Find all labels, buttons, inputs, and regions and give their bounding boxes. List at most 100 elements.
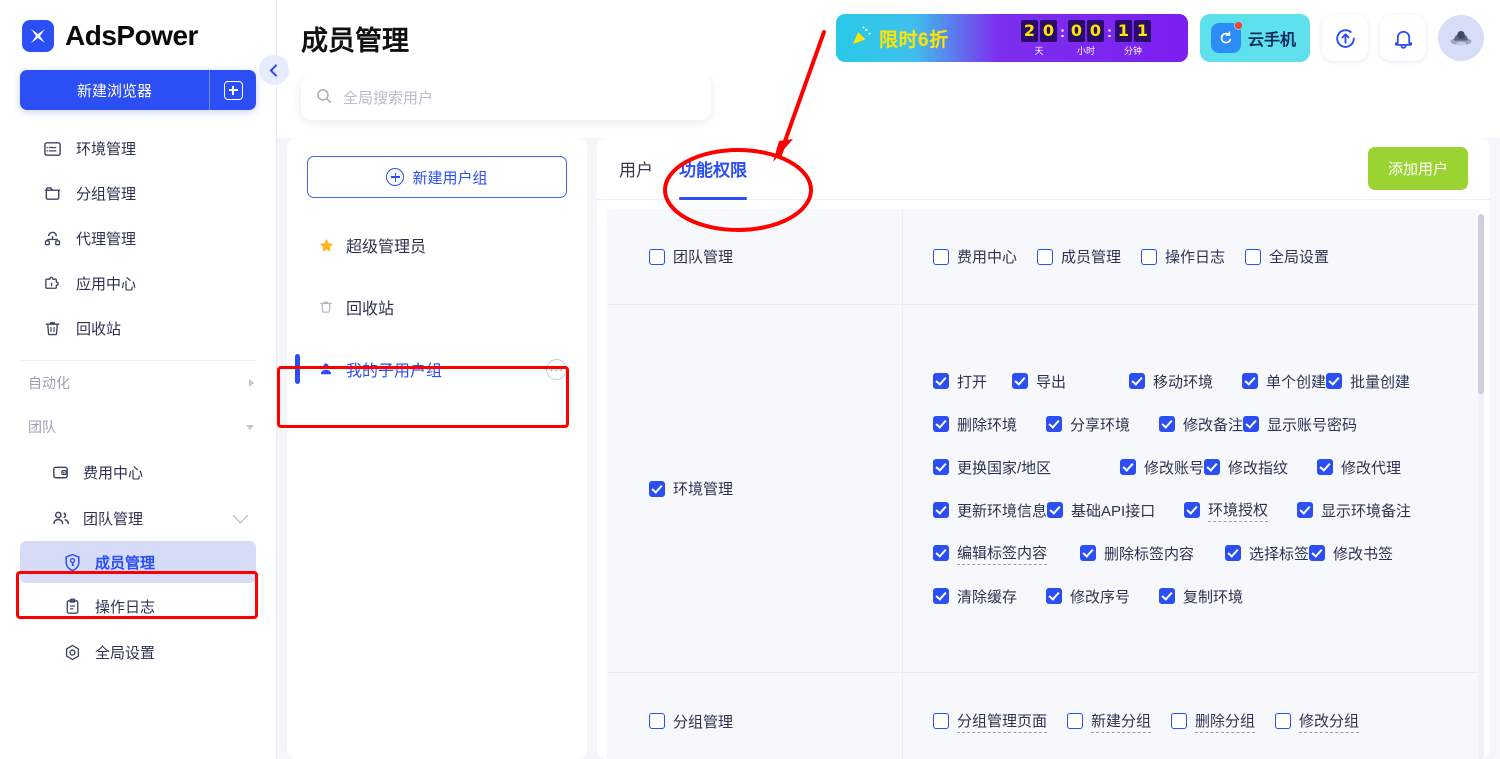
permission-checkbox-group-management-page[interactable]: 分组管理页面: [933, 700, 1048, 743]
permission-checkbox-modify-account[interactable]: 修改账号: [1120, 446, 1204, 489]
sidebar-item-operation-log[interactable]: 操作日志: [0, 583, 276, 629]
group-item-label: 超级管理员: [346, 239, 427, 256]
avatar[interactable]: [1438, 15, 1484, 61]
permission-checkbox-global-settings[interactable]: 全局设置: [1245, 235, 1329, 278]
top-bar: 成员管理 限时6折 2 0 天: 0 0 小时: 1 1 分钟 云手机: [277, 0, 1500, 76]
permission-label: 清除缓存: [957, 588, 1018, 606]
permission-checkbox-update-environment-info[interactable]: 更新环境信息: [933, 489, 1047, 532]
group-item-my-sub-user-group[interactable]: 我的子用户组 ···: [295, 344, 567, 394]
sidebar-item-member-management[interactable]: 成员管理: [20, 541, 256, 583]
sidebar-item-label: 全局设置: [95, 644, 156, 662]
permission-checkbox-modify-proxy[interactable]: 修改代理: [1317, 446, 1430, 489]
permission-checkbox-delete-environment[interactable]: 删除环境: [933, 403, 1046, 446]
sidebar-group-automation[interactable]: 自动化: [0, 361, 276, 405]
permission-checkbox-copy-environment[interactable]: 复制环境: [1159, 575, 1243, 618]
sidebar-collapse-button[interactable]: [259, 55, 289, 85]
permission-checkbox-change-country-region[interactable]: 更换国家/地区: [933, 446, 1120, 489]
permission-checkbox-modify-sequence[interactable]: 修改序号: [1046, 575, 1159, 618]
checkbox-icon: [1225, 545, 1241, 561]
permission-checkbox-billing-center[interactable]: 费用中心: [933, 235, 1017, 278]
tab-function-permissions[interactable]: 功能权限: [679, 138, 747, 200]
sidebar-item-group-management[interactable]: 分组管理: [0, 171, 276, 216]
app-root: AdsPower 新建浏览器 环境管理 分组管理 代理管理 应用中心 回收站 自…: [0, 0, 1500, 759]
sidebar-item-environment[interactable]: 环境管理: [0, 126, 276, 171]
permission-checkbox-edit-tag-content[interactable]: 编辑标签内容: [933, 532, 1080, 575]
scrollbar-thumb[interactable]: [1478, 214, 1484, 394]
permission-checkbox-basic-api[interactable]: 基础API接口: [1047, 489, 1184, 532]
sidebar-item-label: 环境管理: [76, 141, 137, 158]
permission-checkbox-modify-group[interactable]: 修改分组: [1275, 700, 1360, 743]
permission-checkbox-new-group[interactable]: 新建分组: [1067, 700, 1152, 743]
folder-icon: [42, 183, 63, 204]
checkbox-icon: [1159, 588, 1175, 604]
users-icon: [50, 508, 71, 529]
permission-label: 选择标签: [1249, 545, 1310, 563]
permission-checkbox-open[interactable]: 打开: [933, 360, 1012, 403]
sidebar-item-recycle-bin[interactable]: 回收站: [0, 306, 276, 351]
permission-label: 更换国家/地区: [957, 459, 1052, 477]
adspower-logo-icon: [22, 20, 54, 52]
permission-checkbox-environment-authorization[interactable]: 环境授权: [1184, 489, 1297, 532]
promo-countdown: 2 0 天 : 0 0 小时 : 1 1 分钟: [992, 19, 1188, 57]
sidebar-item-team-management[interactable]: 团队管理: [0, 495, 276, 541]
checkbox-icon: [1012, 373, 1028, 389]
content-area: 新建用户组 超级管理员 回收站 我的子用户组 ··· 用户 功能权限 添加用户 …: [277, 138, 1500, 759]
add-user-button[interactable]: 添加用户: [1367, 147, 1468, 190]
permission-checkbox-member-management[interactable]: 成员管理: [1037, 235, 1121, 278]
tab-users[interactable]: 用户: [619, 138, 653, 200]
new-browser-add-button[interactable]: [210, 70, 256, 110]
permission-checkbox-select-tag[interactable]: 选择标签: [1225, 532, 1309, 575]
sidebar-item-global-settings[interactable]: 全局设置: [0, 629, 276, 675]
sidebar-group-team[interactable]: 团队: [0, 405, 276, 449]
permission-label: 修改序号: [1070, 588, 1131, 606]
permission-checkbox-show-environment-remark[interactable]: 显示环境备注: [1297, 489, 1411, 532]
permission-label: 单个创建: [1266, 373, 1327, 391]
sidebar-item-app-center[interactable]: 应用中心: [0, 261, 276, 306]
countdown-digit: 0: [1040, 19, 1057, 42]
permission-group-checkbox-environment[interactable]: 环境管理: [649, 467, 733, 510]
star-icon: [317, 237, 335, 254]
permission-checkbox-share-environment[interactable]: 分享环境: [1046, 403, 1159, 446]
bell-icon[interactable]: [1380, 15, 1426, 61]
permission-checkbox-modify-fingerprint[interactable]: 修改指纹: [1204, 446, 1317, 489]
promo-banner[interactable]: 限时6折 2 0 天 : 0 0 小时: 1 1 分钟: [836, 14, 1188, 62]
sidebar-item-label: 操作日志: [95, 598, 156, 616]
permission-checkbox-export[interactable]: 导出: [1012, 360, 1129, 403]
group-item-super-admin[interactable]: 超级管理员: [307, 220, 567, 270]
permission-label: 删除标签内容: [1104, 545, 1195, 563]
checkbox-icon: [1171, 713, 1188, 729]
sidebar-item-proxy[interactable]: 代理管理: [0, 216, 276, 261]
permission-group-cell: 环境管理: [607, 305, 903, 672]
permission-checkbox-delete-group[interactable]: 删除分组: [1171, 700, 1256, 743]
permission-label: 分享环境: [1070, 416, 1131, 434]
permission-checkbox-modify-bookmark[interactable]: 修改书签: [1309, 532, 1422, 575]
new-browser-button[interactable]: 新建浏览器: [20, 70, 210, 110]
search-input[interactable]: [343, 89, 697, 107]
permission-checkbox-single-create[interactable]: 单个创建: [1242, 360, 1326, 403]
sidebar-item-billing-center[interactable]: 费用中心: [0, 449, 276, 495]
countdown-digits: 1 1: [1115, 19, 1151, 42]
main-area: 成员管理 限时6折 2 0 天: 0 0 小时: 1 1 分钟 云手机 全局…: [277, 0, 1500, 759]
caret-right-icon: [249, 379, 254, 387]
group-item-recycle-bin[interactable]: 回收站: [307, 282, 567, 332]
permission-group-checkbox-group-management[interactable]: 分组管理: [649, 700, 733, 743]
permission-checkbox-move-environment[interactable]: 移动环境: [1129, 360, 1242, 403]
cloud-phone-button[interactable]: 云手机: [1200, 14, 1310, 62]
permission-checkbox-clear-cache[interactable]: 清除缓存: [933, 575, 1046, 618]
permission-group-checkbox-team[interactable]: 团队管理: [649, 235, 733, 278]
permission-checkbox-batch-create[interactable]: 批量创建: [1326, 360, 1439, 403]
checkbox-icon: [1141, 248, 1158, 265]
permission-checkbox-show-account-password[interactable]: 显示账号密码: [1243, 403, 1390, 446]
more-dots-icon[interactable]: ···: [546, 358, 567, 380]
search-icon: [315, 87, 333, 110]
permission-checkbox-operation-log[interactable]: 操作日志: [1141, 235, 1225, 278]
table-row: 团队管理 费用中心 成员管理 操作日志 全局设置: [607, 209, 1480, 305]
permission-checkbox-delete-tag-content[interactable]: 删除标签内容: [1080, 532, 1225, 575]
new-user-group-button[interactable]: 新建用户组: [307, 156, 567, 198]
clipboard-icon: [62, 596, 83, 617]
search-box[interactable]: [301, 76, 711, 120]
permission-label: 修改指纹: [1228, 459, 1289, 477]
checkbox-icon: [933, 459, 949, 475]
sync-upgrade-icon[interactable]: [1322, 15, 1368, 61]
permission-checkbox-modify-remark[interactable]: 修改备注: [1159, 403, 1243, 446]
